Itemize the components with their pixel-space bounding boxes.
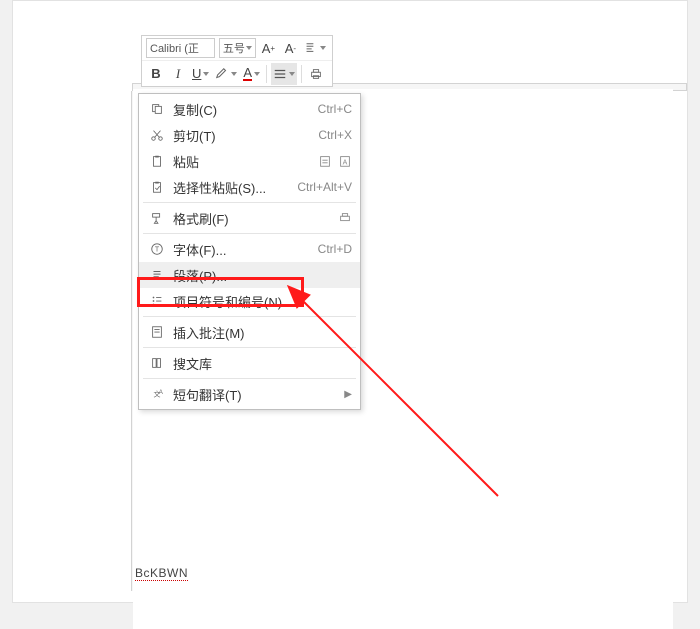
separator <box>266 65 267 83</box>
font-family-select[interactable]: Calibri (正 <box>146 38 215 58</box>
menu-paste[interactable]: 粘贴 A <box>139 148 360 174</box>
menu-separator <box>143 202 356 203</box>
format-painter-icon <box>147 209 167 227</box>
menu-label: 格式刷(F) <box>167 209 338 228</box>
mini-toolbar-row-1: Calibri (正 五号 A+ A- <box>142 36 332 61</box>
scissors-icon <box>147 126 167 144</box>
menu-label: 复制(C) <box>167 100 318 119</box>
mini-toolbar-row-2: B I U A <box>142 61 332 86</box>
reveal-formatting-button[interactable] <box>302 37 328 59</box>
copy-icon <box>147 100 167 118</box>
menu-label: 搜文库 <box>167 354 352 373</box>
menu-separator <box>143 378 356 379</box>
clipboard-special-icon <box>147 178 167 196</box>
library-icon <box>147 354 167 372</box>
printer-small-icon[interactable] <box>338 211 352 225</box>
menu-copy[interactable]: 复制(C) Ctrl+C <box>139 96 360 122</box>
font-color-a: A <box>243 67 252 81</box>
menu-label: 剪切(T) <box>167 126 318 145</box>
menu-bullets[interactable]: 项目符号和编号(N)... <box>139 288 360 314</box>
menu-shortcut: Ctrl+C <box>318 102 352 116</box>
menu-font[interactable]: T 字体(F)... Ctrl+D <box>139 236 360 262</box>
print-button[interactable] <box>306 63 326 85</box>
clipboard-icon <box>147 152 167 170</box>
list-icon <box>147 292 167 310</box>
mini-toolbar: Calibri (正 五号 A+ A- B I U A <box>141 35 333 87</box>
font-color-button[interactable]: A <box>241 63 262 85</box>
menu-label: 短句翻译(T) <box>167 385 340 404</box>
menu-insert-comment[interactable]: 插入批注(M) <box>139 319 360 345</box>
menu-label: 选择性粘贴(S)... <box>167 178 297 197</box>
font-icon: T <box>147 240 167 258</box>
menu-shortcut: Ctrl+D <box>318 242 352 256</box>
translate-icon: 文A <box>147 385 167 403</box>
menu-separator <box>143 233 356 234</box>
menu-search-library[interactable]: 搜文库 <box>139 350 360 376</box>
menu-label: 段落(P)... <box>167 266 352 285</box>
menu-paste-special[interactable]: 选择性粘贴(S)... Ctrl+Alt+V <box>139 174 360 200</box>
grow-font-button[interactable]: A+ <box>258 37 278 59</box>
menu-shortcut: Ctrl+X <box>318 128 352 142</box>
submenu-arrow-icon: ▶ <box>344 389 352 400</box>
align-lines-icon <box>273 67 287 81</box>
menu-translate[interactable]: 文A 短句翻译(T) ▶ <box>139 381 360 407</box>
paste-text-only-icon[interactable]: A <box>338 154 352 168</box>
menu-cut[interactable]: 剪切(T) Ctrl+X <box>139 122 360 148</box>
paragraph-icon <box>147 266 167 284</box>
menu-label: 粘贴 <box>167 152 318 171</box>
app-window: Calibri (正 五号 A+ A- B I U A <box>12 0 688 603</box>
printer-icon <box>309 67 323 81</box>
menu-separator <box>143 347 356 348</box>
svg-text:T: T <box>155 247 160 254</box>
context-menu: 复制(C) Ctrl+C 剪切(T) Ctrl+X 粘贴 A 选择性粘贴(S).… <box>138 93 361 410</box>
comment-icon <box>147 323 167 341</box>
watermark-text: BcKBWN <box>135 566 188 580</box>
menu-label: 插入批注(M) <box>167 323 352 342</box>
underline-button[interactable]: U <box>190 63 211 85</box>
font-size-select[interactable]: 五号 <box>219 38 256 58</box>
italic-button[interactable]: I <box>168 63 188 85</box>
paste-keep-format-icon[interactable] <box>318 154 332 168</box>
svg-text:A: A <box>159 389 164 396</box>
highlight-button[interactable] <box>213 63 239 85</box>
menu-label: 项目符号和编号(N)... <box>167 292 352 311</box>
paragraph-mark-icon <box>304 41 318 55</box>
menu-format-painter[interactable]: 格式刷(F) <box>139 205 360 231</box>
svg-text:A: A <box>343 160 348 167</box>
menu-shortcut: Ctrl+Alt+V <box>297 180 352 194</box>
align-button[interactable] <box>271 63 297 85</box>
menu-separator <box>143 316 356 317</box>
highlighter-icon <box>215 67 229 81</box>
menu-label: 字体(F)... <box>167 240 318 259</box>
bold-button[interactable]: B <box>146 63 166 85</box>
paste-options: A <box>318 154 352 168</box>
format-painter-extra <box>338 211 352 225</box>
separator <box>301 65 302 83</box>
shrink-font-button[interactable]: A- <box>280 37 300 59</box>
menu-paragraph[interactable]: 段落(P)... <box>139 262 360 288</box>
